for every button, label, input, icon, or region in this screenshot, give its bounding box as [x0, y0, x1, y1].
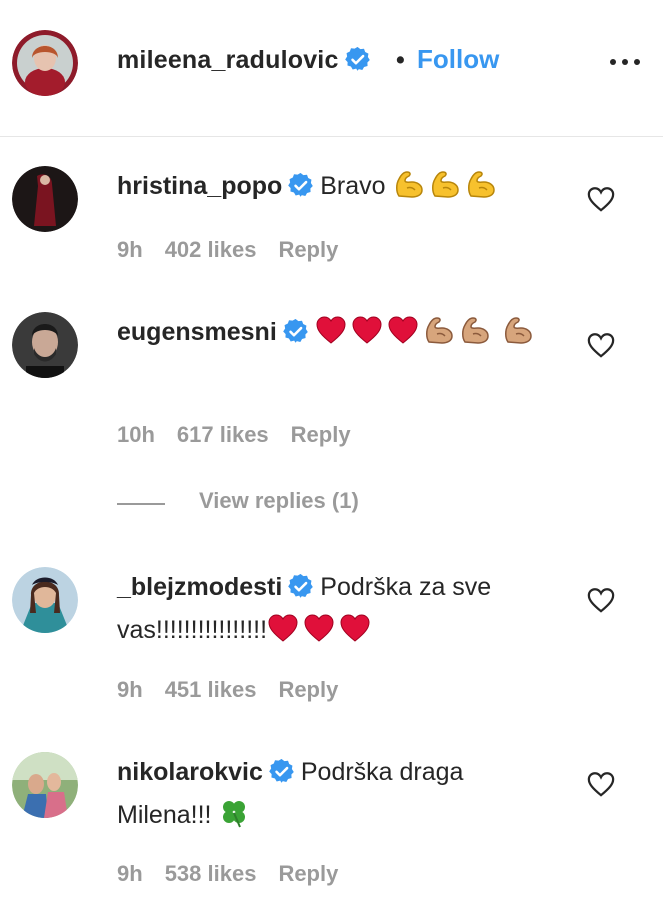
comment-username[interactable]: hristina_popo [117, 172, 282, 200]
comment-likes[interactable]: 451 likes [165, 677, 257, 702]
verified-badge-icon [288, 574, 313, 599]
comment-username[interactable]: nikolarokvic [117, 758, 263, 786]
like-heart-icon[interactable] [586, 770, 616, 798]
comment-time: 9h [117, 237, 143, 262]
avatar[interactable] [12, 752, 78, 818]
comment-time: 10h [117, 422, 155, 447]
comment-username[interactable]: eugensmesni [117, 318, 277, 346]
red-heart-icon [315, 314, 347, 346]
post-header: mileena_radulovic • Follow [0, 0, 663, 137]
comment-time: 9h [117, 677, 143, 702]
red-heart-icon [267, 612, 299, 644]
view-replies-label[interactable]: View replies (1) [199, 488, 359, 514]
post-author-username[interactable]: mileena_radulovic [117, 46, 339, 74]
reply-button[interactable]: Reply [278, 237, 338, 262]
post-author[interactable]: mileena_radulovic [117, 46, 370, 75]
follow-button[interactable]: Follow [417, 44, 499, 75]
red-heart-icon [351, 314, 383, 346]
separator-dot: • [396, 46, 405, 74]
four-leaf-clover-icon [218, 797, 250, 829]
like-heart-icon[interactable] [586, 331, 616, 359]
verified-badge-icon [288, 173, 313, 198]
more-options-icon[interactable] [608, 52, 642, 72]
comment-meta: 9h 451 likes Reply [117, 677, 360, 703]
comment-body: Bravo [320, 172, 386, 200]
flexed-biceps-icon [459, 314, 491, 346]
comment-likes[interactable]: 402 likes [165, 237, 257, 262]
comment-time: 9h [117, 861, 143, 886]
comment-text: nikolarokvic Podrška draga Milena!!! [117, 751, 557, 837]
avatar[interactable] [12, 166, 78, 232]
reply-button[interactable]: Reply [291, 422, 351, 447]
like-heart-icon[interactable] [586, 185, 616, 213]
avatar[interactable] [12, 312, 78, 378]
reply-button[interactable]: Reply [278, 677, 338, 702]
verified-badge-icon [345, 47, 370, 72]
red-heart-icon [387, 314, 419, 346]
comment-meta: 9h 402 likes Reply [117, 237, 360, 263]
comment-text: hristina_popo Bravo [117, 165, 557, 208]
like-heart-icon[interactable] [586, 586, 616, 614]
avatar[interactable] [12, 567, 78, 633]
flexed-biceps-icon [465, 168, 497, 200]
comment-likes[interactable]: 617 likes [177, 422, 269, 447]
flexed-biceps-icon [393, 168, 425, 200]
verified-badge-icon [283, 319, 308, 344]
comment-likes[interactable]: 538 likes [165, 861, 257, 886]
comment-text: eugensmesni [117, 311, 557, 354]
red-heart-icon [339, 612, 371, 644]
verified-badge-icon [269, 759, 294, 784]
flexed-biceps-icon [429, 168, 461, 200]
comment-meta: 9h 538 likes Reply [117, 861, 360, 887]
red-heart-icon [303, 612, 335, 644]
comment-meta: 10h 617 likes Reply [117, 422, 373, 448]
comment-text: _blejzmodesti Podrška za sve vas!!!!!!!!… [117, 566, 557, 652]
comment-username[interactable]: _blejzmodesti [117, 573, 282, 601]
flexed-biceps-icon [502, 314, 534, 346]
avatar[interactable] [12, 30, 78, 96]
view-replies-divider [117, 503, 165, 505]
flexed-biceps-icon [423, 314, 455, 346]
reply-button[interactable]: Reply [278, 861, 338, 886]
